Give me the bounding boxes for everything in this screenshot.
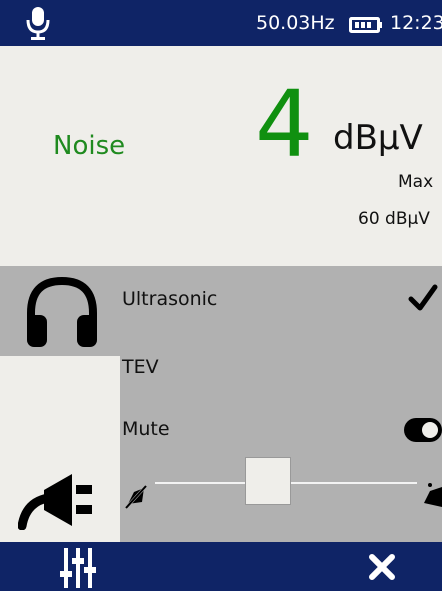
power-plug-icon	[18, 474, 92, 530]
volume-slider-thumb[interactable]	[245, 457, 291, 505]
clock: 12:23	[390, 12, 442, 34]
close-icon[interactable]	[368, 553, 396, 581]
mute-toggle[interactable]	[404, 418, 442, 442]
microphone-icon	[26, 7, 50, 40]
status-bar: 50.03Hz 12:23	[0, 0, 442, 46]
mode-label: Noise	[53, 131, 126, 161]
audio-settings-panel: Ultrasonic TEV Mute	[0, 266, 442, 542]
checkmark-icon[interactable]	[408, 284, 438, 312]
bottom-bar	[0, 542, 442, 591]
mute-speaker-icon	[124, 484, 148, 510]
equalizer-icon[interactable]	[60, 548, 96, 588]
battery-icon	[349, 17, 382, 33]
max-label: Max	[398, 172, 434, 192]
reading-panel: Noise 4 dBµV Max 60 dBµV	[0, 46, 442, 266]
option-mute[interactable]: Mute	[122, 418, 170, 440]
option-tev[interactable]: TEV	[122, 356, 159, 378]
tab-headphones[interactable]	[0, 266, 120, 356]
reading-value: 4	[255, 71, 314, 178]
headphones-icon	[27, 276, 97, 347]
option-ultrasonic[interactable]: Ultrasonic	[122, 288, 217, 310]
volume-speaker-icon	[424, 483, 442, 507]
reading-unit: dBµV	[333, 118, 423, 158]
frequency-readout: 50.03Hz	[256, 12, 335, 34]
max-value: 60 dBµV	[358, 209, 430, 229]
